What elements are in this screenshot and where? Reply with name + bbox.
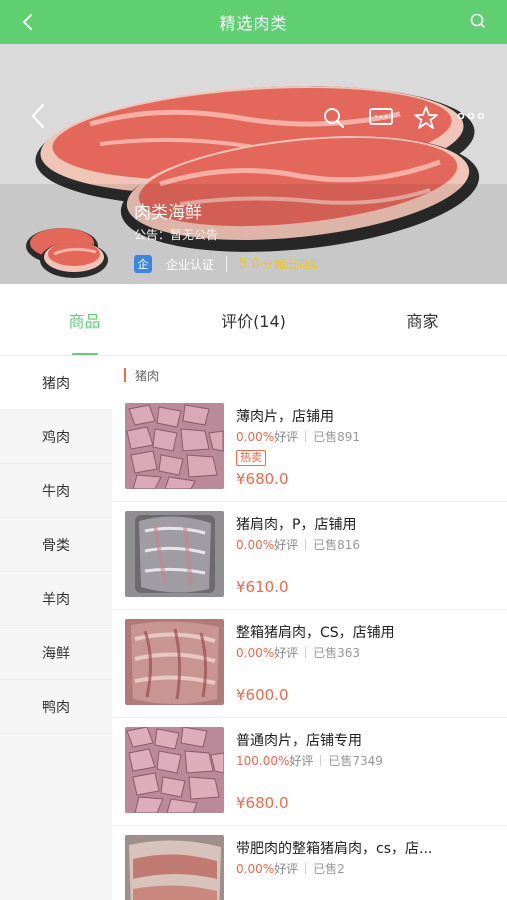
product-list: 猪肉 薄肉片，店铺用 0.00% 好评 已售891 热卖 ¥680.0 猪肩肉，… (112, 356, 507, 900)
product-name: 薄肉片，店铺用 (236, 409, 334, 425)
sold-count: 已售891 (313, 430, 361, 444)
shop-name: 肉类海鲜 (134, 203, 202, 223)
sold-count: 已售7349 (328, 754, 383, 768)
category-item-pork[interactable]: 猪肉 (0, 356, 112, 410)
section-marker (124, 368, 126, 382)
product-name: 普通肉片，店铺专用 (236, 733, 362, 749)
product-image (125, 835, 224, 900)
product-item[interactable]: 猪肩肉，P，店铺用 0.00% 好评 已售816 ¥610.0 (112, 502, 507, 610)
rating-percent: 0.00% (236, 429, 275, 444)
tab-reviews[interactable]: 评价(14) (169, 284, 338, 356)
divider (226, 256, 228, 272)
product-name: 带肥肉的整箱猪肩肉，cs，店... (236, 841, 433, 857)
shop-logo (26, 228, 108, 278)
section-title: 猪肉 (135, 368, 160, 383)
rating-label: 好评 (274, 646, 299, 660)
product-stats: 0.00% 好评 已售816 (236, 536, 360, 553)
rating-label: 好评 (274, 430, 299, 444)
tab-label: 商家 (406, 312, 439, 331)
product-name: 整箱猪肩肉，CS，店铺用 (236, 625, 395, 641)
divider (305, 539, 307, 550)
rating-percent: 0.00% (236, 537, 275, 552)
section-header: 猪肉 (112, 356, 507, 394)
product-image (125, 403, 224, 489)
product-image (125, 511, 224, 597)
rating-percent: 0.00% (236, 645, 275, 660)
product-price: ¥610.0 (236, 578, 289, 596)
shop-banner: 肉类海鲜 公告：暂无公告 企 企业认证 5.0 分 超出同类 (0, 44, 507, 284)
divider (305, 863, 307, 874)
product-item[interactable]: 带肥肉的整箱猪肩肉，cs，店... 0.00% 好评 已售2 (112, 826, 507, 900)
more-icon[interactable] (456, 110, 486, 122)
shop-tabs: 商品 评价(14) 商家 (0, 284, 507, 356)
product-image (125, 727, 224, 813)
score-label: 超出同类 (274, 258, 319, 271)
category-item-duck[interactable]: 鸭肉 (0, 680, 112, 734)
rating-label: 好评 (274, 862, 299, 876)
product-name: 猪肩肉，P，店铺用 (236, 517, 357, 533)
product-item[interactable]: 整箱猪肩肉，CS，店铺用 0.00% 好评 已售363 ¥600.0 (112, 610, 507, 718)
rating-label: 好评 (274, 538, 299, 552)
sold-count: 已售363 (313, 646, 361, 660)
page-title: 精选肉类 (219, 14, 288, 33)
product-stats: 100.00% 好评 已售7349 (236, 752, 383, 769)
score-unit: 分 (261, 258, 273, 271)
product-image (125, 619, 224, 705)
shop-notice: 公告：暂无公告 (134, 228, 219, 242)
product-price: ¥600.0 (236, 686, 289, 704)
rating-percent: 100.00% (236, 753, 290, 768)
search-icon[interactable] (469, 12, 487, 30)
divider (305, 647, 307, 658)
product-item[interactable]: 薄肉片，店铺用 0.00% 好评 已售891 热卖 ¥680.0 (112, 394, 507, 502)
message-icon[interactable] (368, 106, 394, 130)
tab-label: 商品 (68, 312, 101, 331)
product-stats: 0.00% 好评 已售2 (236, 860, 345, 877)
product-stats: 0.00% 好评 已售891 (236, 428, 360, 445)
category-item-lamb[interactable]: 羊肉 (0, 572, 112, 626)
chevron-left-icon[interactable] (18, 12, 38, 32)
product-price: ¥680.0 (236, 470, 289, 488)
tab-products[interactable]: 商品 (0, 284, 169, 356)
top-bar: 精选肉类 (0, 0, 507, 44)
banner-search-icon[interactable] (322, 106, 346, 130)
product-stats: 0.00% 好评 已售363 (236, 644, 360, 661)
product-item[interactable]: 普通肉片，店铺专用 100.00% 好评 已售7349 ¥680.0 (112, 718, 507, 826)
tab-merchant[interactable]: 商家 (338, 284, 507, 356)
hot-sale-badge: 热卖 (236, 450, 266, 466)
category-sidebar: 猪肉 鸡肉 牛肉 骨类 羊肉 海鲜 鸭肉 (0, 356, 112, 900)
star-icon[interactable] (412, 104, 440, 132)
certification-row: 企 企业认证 5.0 分 超出同类 (134, 254, 319, 274)
rating-label: 好评 (289, 754, 314, 768)
cert-text: 企业认证 (166, 257, 215, 272)
sold-count: 已售816 (313, 538, 361, 552)
category-item-beef[interactable]: 牛肉 (0, 464, 112, 518)
enterprise-badge-icon: 企 (134, 255, 152, 273)
category-item-chicken[interactable]: 鸡肉 (0, 410, 112, 464)
tab-label: 评价(14) (221, 312, 286, 331)
category-item-seafood[interactable]: 海鲜 (0, 626, 112, 680)
product-price: ¥680.0 (236, 794, 289, 812)
sold-count: 已售2 (313, 862, 345, 876)
rating-percent: 0.00% (236, 861, 275, 876)
category-item-bones[interactable]: 骨类 (0, 518, 112, 572)
divider (305, 431, 307, 442)
shop-score: 5.0 (239, 256, 260, 272)
divider (320, 755, 322, 766)
banner-back-icon[interactable] (28, 102, 48, 130)
